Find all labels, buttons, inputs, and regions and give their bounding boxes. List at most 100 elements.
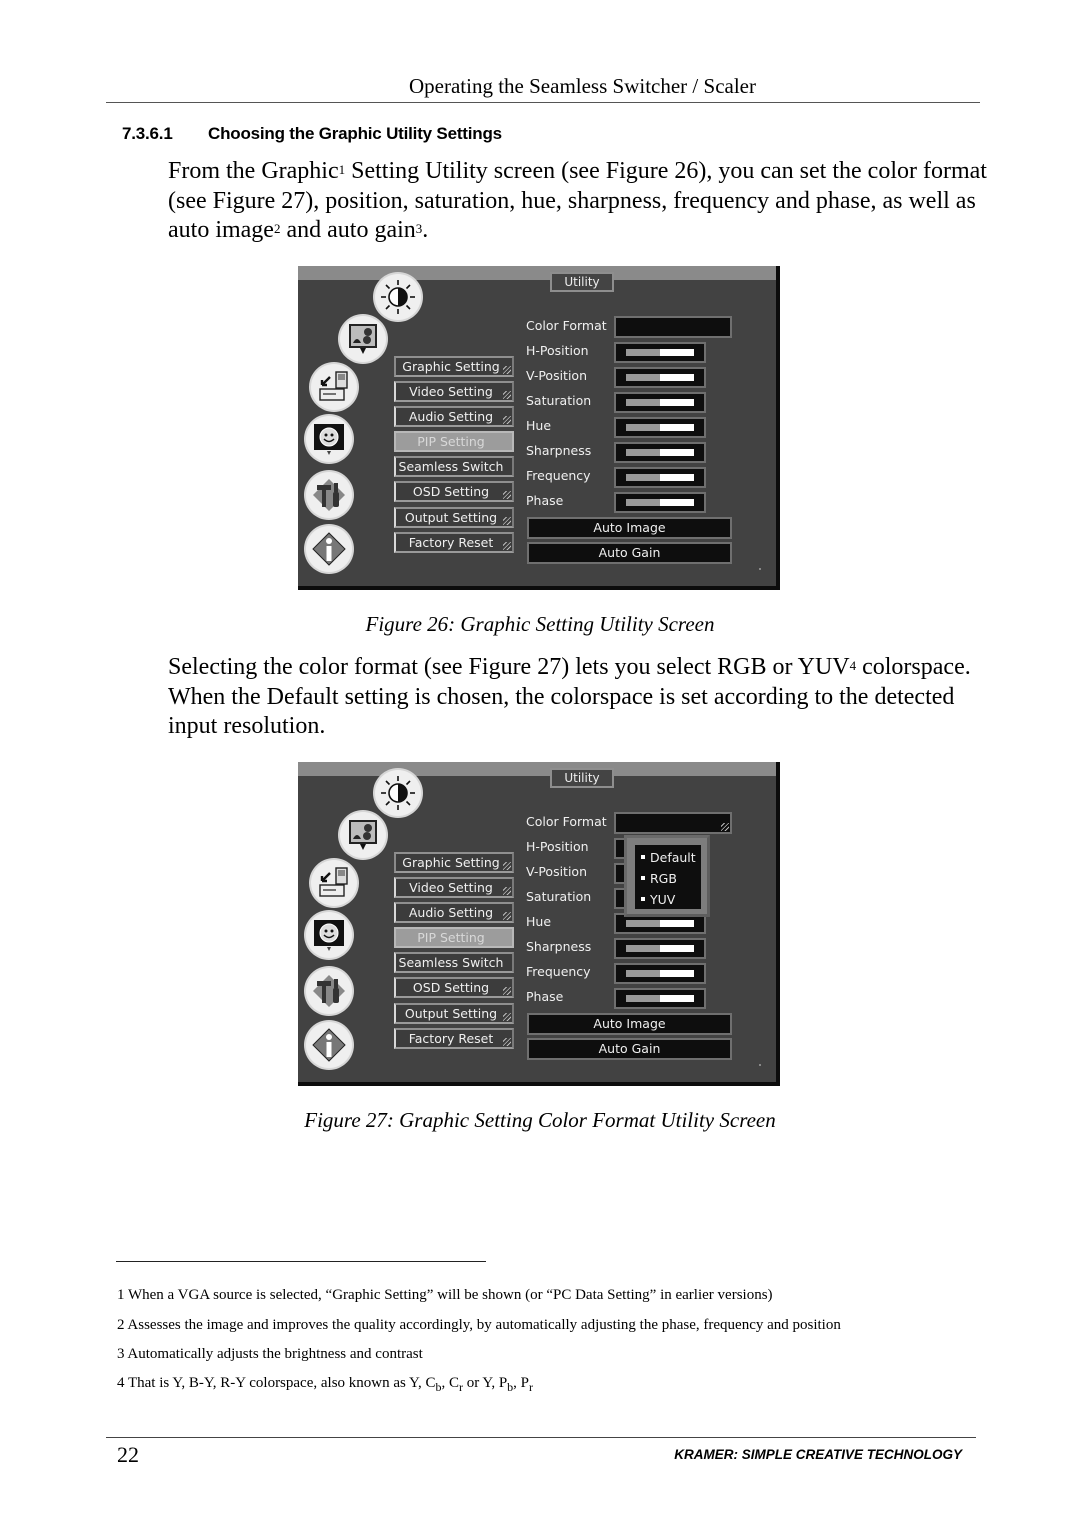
tools-icon[interactable] <box>306 472 352 518</box>
slider-h-position[interactable] <box>614 342 706 363</box>
auto-gain-button[interactable]: Auto Gain <box>527 542 732 564</box>
menu-item-label: OSD Setting <box>412 484 490 499</box>
slider-hue[interactable] <box>614 417 706 438</box>
menu-item-factory-reset[interactable]: Factory Reset <box>394 532 514 553</box>
info-icon[interactable] <box>306 526 352 572</box>
menu-item-pip-setting: PIP Setting <box>394 927 514 948</box>
pip-smiley-icon[interactable] <box>306 416 352 462</box>
menu-item-label: PIP Setting <box>417 434 485 449</box>
slider-fill <box>626 995 660 1002</box>
slider-sharpness[interactable] <box>614 442 706 463</box>
slider-phase[interactable] <box>614 492 706 513</box>
subscript: r <box>529 1380 534 1394</box>
footnote-3: 3 Automatically adjusts the brightness a… <box>117 1346 423 1362</box>
slider-fill <box>626 374 660 381</box>
brightness-contrast-icon[interactable] <box>375 770 421 816</box>
footer-brand: KRAMER: SIMPLE CREATIVE TECHNOLOGY <box>674 1447 962 1462</box>
resize-grip-icon <box>503 1013 511 1021</box>
menu-item-label: Factory Reset <box>408 535 494 550</box>
picture-monitor-icon[interactable] <box>340 316 386 362</box>
param-label-hue: Hue <box>526 418 552 433</box>
auto-image-button[interactable]: Auto Image <box>527 1013 732 1035</box>
tools-icon[interactable] <box>306 968 352 1014</box>
menu-item-osd-setting[interactable]: OSD Setting <box>394 977 514 998</box>
info-icon[interactable] <box>306 1022 352 1068</box>
color-format-option-default[interactable]: Default <box>641 850 696 865</box>
menu-item-audio-setting[interactable]: Audio Setting <box>394 902 514 923</box>
param-label-phase: Phase <box>526 493 564 508</box>
resize-grip-icon <box>503 391 511 399</box>
tab-utility[interactable]: Utility <box>550 768 614 788</box>
footnote-ref-4[interactable]: 4 <box>850 658 857 673</box>
color-format-select[interactable] <box>614 812 732 834</box>
menu-item-video-setting[interactable]: Video Setting <box>394 877 514 898</box>
resize-grip-icon <box>503 517 511 525</box>
slider-v-position[interactable] <box>614 367 706 388</box>
color-format-option-yuv[interactable]: YUV <box>641 892 675 907</box>
menu-item-audio-setting[interactable]: Audio Setting <box>394 406 514 427</box>
screen-dot <box>759 568 761 570</box>
section-title: Choosing the Graphic Utility Settings <box>208 124 502 143</box>
tab-utility[interactable]: Utility <box>550 272 614 292</box>
brightness-contrast-icon[interactable] <box>375 274 421 320</box>
menu-item-graphic-setting[interactable]: Graphic Setting <box>394 852 514 873</box>
input-device-icon[interactable] <box>311 364 357 410</box>
resize-grip-icon <box>721 823 729 831</box>
pip-smiley-icon[interactable] <box>306 912 352 958</box>
option-label: YUV <box>650 892 676 907</box>
menu-item-output-setting[interactable]: Output Setting <box>394 507 514 528</box>
slider-track <box>626 474 694 481</box>
menu-item-seamless-switch[interactable]: Seamless Switch <box>394 456 514 477</box>
option-label: RGB <box>650 871 677 886</box>
footnote-ref-1[interactable]: 1 <box>339 162 346 177</box>
input-device-icon[interactable] <box>311 860 357 906</box>
figure-27-caption: Figure 27: Graphic Setting Color Format … <box>304 1108 776 1132</box>
slider-saturation[interactable] <box>614 392 706 413</box>
text-run: , P <box>513 1375 530 1391</box>
menu-item-output-setting[interactable]: Output Setting <box>394 1003 514 1024</box>
osd-title-bar <box>298 266 776 280</box>
osd-screen-figure-26: Utility Graphic Setting Video Setting Audio… <box>298 266 780 590</box>
menu-item-graphic-setting[interactable]: Graphic Setting <box>394 356 514 377</box>
menu-item-label: Graphic Setting <box>402 359 500 374</box>
text-run: . <box>422 217 429 243</box>
resize-grip-icon <box>503 987 511 995</box>
slider-track <box>626 920 694 927</box>
footnote-ref-3[interactable]: 3 <box>416 221 423 236</box>
slider-frequency[interactable] <box>614 963 706 984</box>
color-format-options: Default RGB YUV <box>635 845 701 909</box>
slider-track <box>626 449 694 456</box>
slider-fill <box>626 970 660 977</box>
auto-gain-button[interactable]: Auto Gain <box>527 1038 732 1060</box>
screen-dot <box>759 1064 761 1066</box>
slider-fill <box>626 945 660 952</box>
bullet-icon <box>641 875 645 880</box>
slider-sharpness[interactable] <box>614 938 706 959</box>
slider-track <box>626 349 694 356</box>
slider-phase[interactable] <box>614 988 706 1009</box>
color-format-option-rgb[interactable]: RGB <box>641 871 677 886</box>
figure-26-caption: Figure 26: Graphic Setting Utility Scree… <box>365 612 715 636</box>
slider-track <box>626 424 694 431</box>
picture-monitor-icon[interactable] <box>340 812 386 858</box>
param-label-h-position: H-Position <box>526 343 589 358</box>
menu-item-pip-setting: PIP Setting <box>394 431 514 452</box>
resize-grip-icon <box>503 491 511 499</box>
menu-item-video-setting[interactable]: Video Setting <box>394 381 514 402</box>
menu-item-osd-setting[interactable]: OSD Setting <box>394 481 514 502</box>
menu-item-seamless-switch[interactable]: Seamless Switch <box>394 952 514 973</box>
menu-item-factory-reset[interactable]: Factory Reset <box>394 1028 514 1049</box>
subscript: b <box>435 1380 442 1394</box>
text-run: , C <box>441 1375 459 1391</box>
menu-item-label: Seamless Switch <box>398 459 504 474</box>
text-run: From the Graphic <box>168 158 339 184</box>
intro-paragraph: From the Graphic1 Setting Utility screen… <box>168 157 988 246</box>
footnote-separator <box>116 1261 486 1262</box>
footnote-ref-2[interactable]: 2 <box>274 221 281 236</box>
color-format-select[interactable] <box>614 316 732 338</box>
slider-fill <box>626 499 660 506</box>
param-label-v-position: V-Position <box>526 864 587 879</box>
slider-fill <box>626 920 660 927</box>
auto-image-button[interactable]: Auto Image <box>527 517 732 539</box>
slider-frequency[interactable] <box>614 467 706 488</box>
